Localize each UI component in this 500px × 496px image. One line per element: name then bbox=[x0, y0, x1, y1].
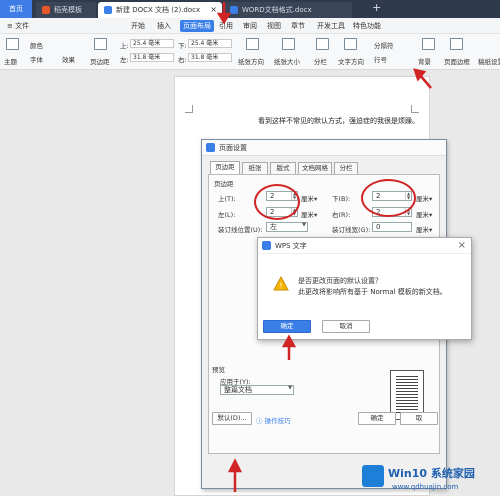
arrow-icon bbox=[216, 2, 432, 492]
windows-logo-icon bbox=[362, 465, 384, 487]
watermark-url: www.qdhuajin.com bbox=[392, 483, 459, 491]
annotation-arrows bbox=[216, 2, 432, 492]
watermark-logo: Win10 系统家园 www.qdhuajin.com bbox=[362, 463, 500, 496]
watermark-brand: Win10 系统家园 bbox=[388, 467, 475, 480]
